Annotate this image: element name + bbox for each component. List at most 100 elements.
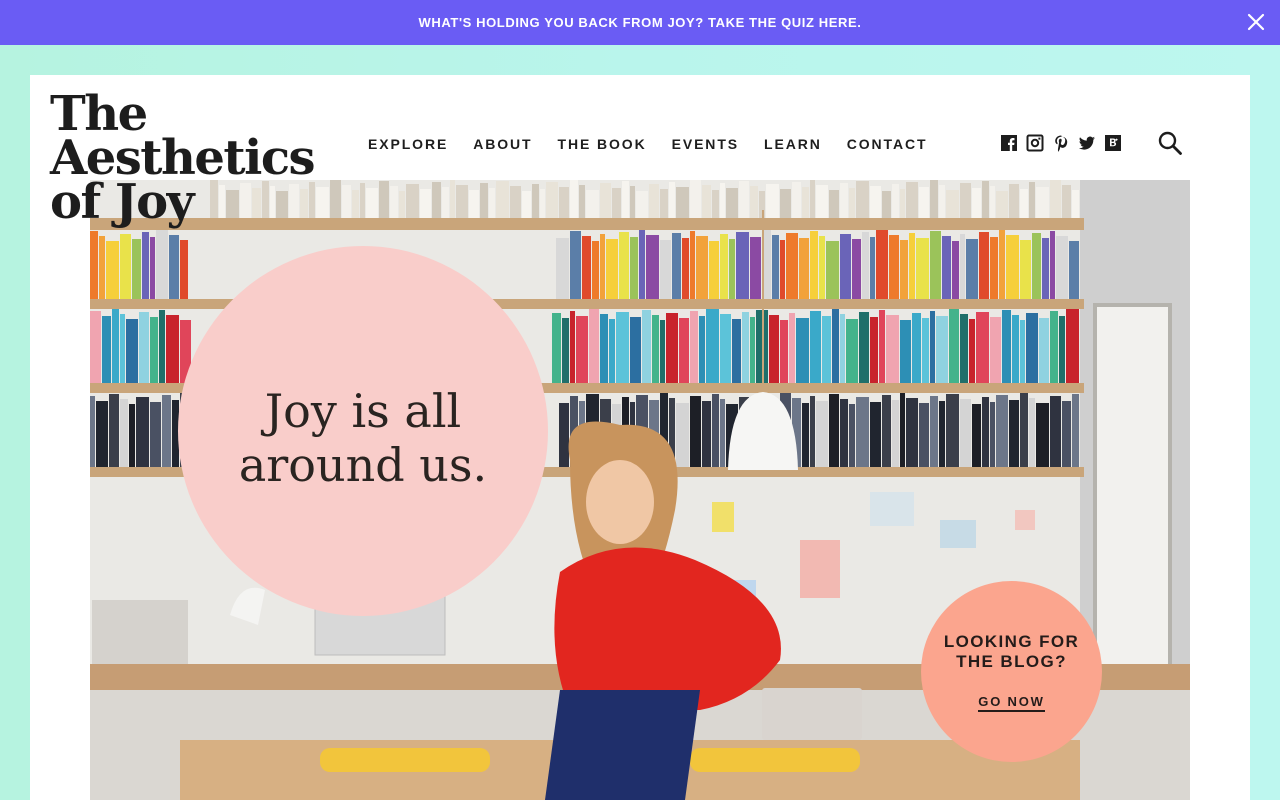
book-spine xyxy=(852,239,861,299)
book-spine xyxy=(139,312,149,383)
book-spine xyxy=(592,241,599,299)
blog-callout[interactable]: LOOKING FOR THE BLOG? GO NOW xyxy=(921,581,1102,762)
book-spine xyxy=(699,316,705,383)
book-spine xyxy=(750,317,755,383)
book-spine xyxy=(900,393,905,467)
book-spine xyxy=(979,232,989,299)
book-spine xyxy=(816,401,828,467)
main-nav: EXPLORE ABOUT THE BOOK EVENTS LEARN CONT… xyxy=(368,133,952,155)
book-spine xyxy=(919,187,929,218)
book-spine xyxy=(802,187,809,218)
book-spine xyxy=(990,402,995,467)
promo-text[interactable]: WHAT'S HOLDING YOU BACK FROM JOY? TAKE T… xyxy=(419,15,862,30)
book-spine xyxy=(702,185,711,218)
book-spine xyxy=(729,239,735,299)
book-spine xyxy=(726,188,738,218)
book-spine xyxy=(589,309,599,383)
bloglovin-icon[interactable] xyxy=(1104,134,1122,152)
nav-item-contact[interactable]: CONTACT xyxy=(847,133,928,155)
book-spine xyxy=(946,190,959,218)
book-spine xyxy=(360,183,365,218)
site-logo[interactable]: The Aesthetics of Joy xyxy=(50,90,316,226)
book-spine xyxy=(789,313,795,383)
book-spine xyxy=(579,185,585,218)
book-spine xyxy=(870,186,881,218)
book-spine xyxy=(180,240,188,299)
twitter-icon[interactable] xyxy=(1078,134,1096,152)
book-spine xyxy=(870,317,878,383)
search-icon[interactable] xyxy=(1157,130,1183,156)
book-spine xyxy=(559,403,569,467)
book-spine xyxy=(1039,318,1049,383)
book-spine xyxy=(576,316,588,383)
book-spine xyxy=(826,241,839,299)
book-spine xyxy=(829,190,839,218)
book-spine xyxy=(840,183,848,218)
book-spine xyxy=(366,188,378,218)
book-spine xyxy=(399,191,405,218)
book-spine xyxy=(810,180,815,218)
book-spine xyxy=(432,182,441,218)
book-spine xyxy=(156,230,168,299)
nav-item-explore[interactable]: EXPLORE xyxy=(368,133,448,155)
book-spine xyxy=(1062,401,1071,467)
book-spine xyxy=(859,312,869,383)
book-spine xyxy=(982,397,989,467)
facebook-icon[interactable] xyxy=(1000,134,1018,152)
book-spine xyxy=(690,231,695,299)
book-spine xyxy=(556,238,569,299)
book-spine xyxy=(996,395,1008,467)
book-spine xyxy=(99,236,105,299)
book-spine xyxy=(990,186,995,218)
book-spine xyxy=(840,399,848,467)
book-spine xyxy=(522,191,531,218)
book-spine xyxy=(1066,309,1079,383)
book-spine xyxy=(736,232,749,299)
book-spine xyxy=(379,181,389,218)
instagram-icon[interactable] xyxy=(1026,134,1044,152)
book-spine xyxy=(912,313,921,383)
book-spine xyxy=(1059,316,1065,383)
book-spine xyxy=(90,311,101,383)
nav-item-learn[interactable]: LEARN xyxy=(764,133,822,155)
book-spine xyxy=(819,236,825,299)
book-spine xyxy=(649,184,659,218)
book-spine xyxy=(496,181,509,218)
book-spine xyxy=(406,184,419,218)
book-spine xyxy=(889,235,899,299)
promo-banner[interactable]: WHAT'S HOLDING YOU BACK FROM JOY? TAKE T… xyxy=(0,0,1280,45)
book-spine xyxy=(822,316,831,383)
book-spine xyxy=(652,315,659,383)
pinterest-icon[interactable] xyxy=(1052,134,1070,152)
book-spine xyxy=(909,233,915,299)
close-icon[interactable] xyxy=(1244,10,1268,34)
go-now-link[interactable]: GO NOW xyxy=(978,694,1045,712)
book-spine xyxy=(570,231,581,299)
book-spine xyxy=(706,309,719,383)
book-spine xyxy=(570,311,575,383)
nav-item-events[interactable]: EVENTS xyxy=(672,133,739,155)
book-spine xyxy=(169,235,179,299)
book-spine xyxy=(1072,394,1079,467)
book-spine xyxy=(939,185,945,218)
book-spine xyxy=(802,403,809,467)
nav-item-the-book[interactable]: THE BOOK xyxy=(558,133,647,155)
book-spine xyxy=(882,191,891,218)
nav-item-about[interactable]: ABOUT xyxy=(473,133,532,155)
book-spine xyxy=(120,399,128,467)
book-spine xyxy=(612,188,621,218)
book-spine xyxy=(709,241,719,299)
book-spine xyxy=(630,237,638,299)
book-spine xyxy=(696,236,708,299)
book-spine xyxy=(900,189,905,218)
book-spine xyxy=(1050,311,1058,383)
hero-headline-circle: Joy is all around us. xyxy=(178,246,548,616)
book-spine xyxy=(669,182,675,218)
blog-callout-question: LOOKING FOR THE BLOG? xyxy=(943,631,1080,671)
book-spine xyxy=(690,311,698,383)
book-spine xyxy=(930,311,935,383)
book-spine xyxy=(120,234,131,299)
book-spine xyxy=(900,320,911,383)
book-spine xyxy=(930,231,941,299)
book-spine xyxy=(660,320,665,383)
